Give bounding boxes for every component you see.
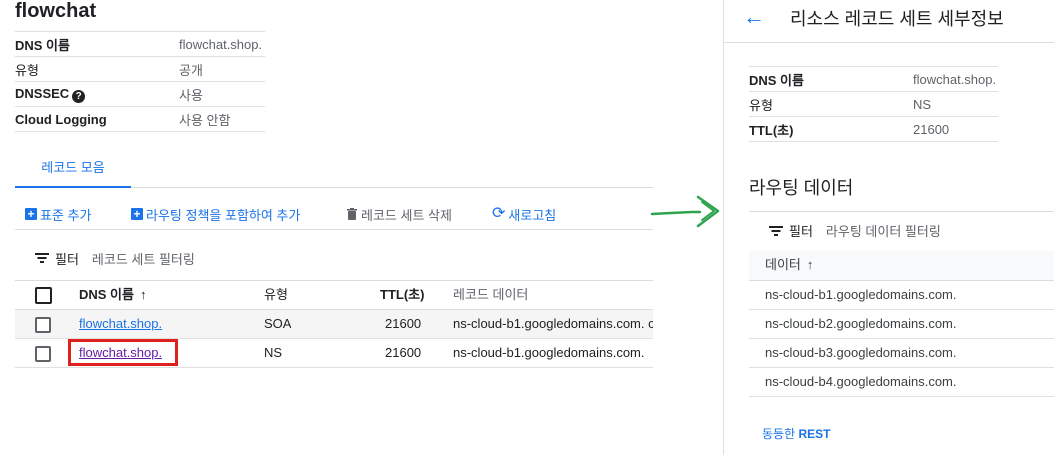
- table-row: ns-cloud-b4.googledomains.com.: [749, 368, 1054, 397]
- refresh-icon: ⟳: [492, 205, 506, 222]
- record-data: ns-cloud-b1.googledomains.com. c: [453, 316, 653, 331]
- detail-panel-header: ← 리소스 레코드 세트 세부정보: [724, 0, 1054, 43]
- prop-row-cloud-logging: Cloud Logging 사용 안함: [15, 107, 265, 132]
- column-header-dns-name[interactable]: DNS 이름 ↑: [79, 281, 146, 309]
- prop-key: 유형: [749, 97, 773, 113]
- routing-data-value: ns-cloud-b4.googledomains.com.: [765, 374, 957, 389]
- rest-link-prefix: 동등한: [762, 427, 796, 441]
- delete-label: 레코드 세트 삭제: [361, 207, 452, 223]
- routing-data-value: ns-cloud-b3.googledomains.com.: [765, 345, 957, 360]
- prop-value: 사용: [179, 87, 203, 103]
- add-box-icon: +: [25, 208, 37, 220]
- prop-value: NS: [913, 96, 932, 112]
- column-label: DNS 이름: [79, 287, 134, 302]
- prop-value: 사용 안함: [179, 112, 231, 128]
- record-filter-bar[interactable]: 필터 레코드 세트 필터링: [35, 247, 195, 269]
- routing-data-table: 데이터 ↑ ns-cloud-b1.googledomains.com. ns-c…: [749, 251, 1054, 397]
- record-ttl: 21600: [385, 345, 422, 360]
- prop-value: 21600: [913, 121, 950, 137]
- prop-value: flowchat.shop.: [179, 36, 263, 52]
- highlight-box: [68, 339, 178, 366]
- filter-label: 필터: [55, 251, 79, 267]
- row-checkbox[interactable]: [35, 317, 51, 333]
- table-row: ns-cloud-b3.googledomains.com.: [749, 339, 1054, 368]
- prop-row-type: 유형 NS: [749, 92, 998, 117]
- record-data: ns-cloud-b1.googledomains.com.: [453, 345, 645, 360]
- table-row: ns-cloud-b1.googledomains.com.: [749, 281, 1054, 310]
- prop-row-dnssec: DNSSEC? 사용: [15, 82, 265, 107]
- add-standard-label: 표준 추가: [40, 207, 92, 223]
- prop-row-dns-name: DNS 이름 flowchat.shop.: [749, 67, 998, 92]
- add-standard-button[interactable]: + 표준 추가: [25, 203, 91, 225]
- column-label: 데이터: [765, 257, 801, 272]
- prop-key: Cloud Logging: [15, 111, 107, 127]
- routing-filter-bar[interactable]: 필터 라우팅 데이터 필터링: [749, 211, 1054, 253]
- table-header: 데이터 ↑: [749, 251, 1054, 281]
- prop-row-type: 유형 공개: [15, 57, 265, 82]
- sort-ascending-icon: ↑: [806, 257, 814, 272]
- routing-data-heading: 라우팅 데이터: [749, 178, 854, 198]
- record-ttl: 21600: [385, 316, 422, 331]
- column-header-data[interactable]: 데이터 ↑: [765, 251, 813, 279]
- routing-data-value: ns-cloud-b1.googledomains.com.: [765, 287, 957, 302]
- detail-panel-title: 리소스 레코드 세트 세부정보: [790, 9, 1004, 29]
- rest-link-label: REST: [798, 427, 831, 441]
- table-row: ns-cloud-b2.googledomains.com.: [749, 310, 1054, 339]
- prop-value: flowchat.shop.: [913, 71, 997, 87]
- zone-title: flowchat: [15, 0, 97, 22]
- add-with-routing-policy-button[interactable]: + 라우팅 정책을 포함하여 추가: [131, 203, 300, 225]
- zone-properties: DNS 이름 flowchat.shop. 유형 공개 DNSSEC? 사용 C…: [15, 31, 265, 132]
- filter-label: 필터: [789, 224, 813, 239]
- tab-record-sets[interactable]: 레코드 모음: [15, 150, 131, 188]
- trash-icon: [347, 208, 357, 220]
- record-type: SOA: [264, 316, 292, 331]
- select-all-checkbox[interactable]: [35, 287, 52, 304]
- help-icon[interactable]: ?: [72, 89, 86, 103]
- delete-record-set-button[interactable]: 레코드 세트 삭제: [347, 203, 452, 225]
- sort-ascending-icon: ↑: [139, 287, 147, 302]
- back-arrow-icon[interactable]: ←: [743, 3, 765, 31]
- prop-key: 유형: [15, 62, 39, 78]
- column-header-type[interactable]: 유형: [264, 281, 288, 309]
- panel-divider: [723, 0, 724, 455]
- prop-row-dns-name: DNS 이름 flowchat.shop.: [15, 32, 265, 57]
- table-row[interactable]: flowchat.shop. SOA 21600 ns-cloud-b1.goo…: [15, 310, 653, 339]
- refresh-label: 새로고침: [508, 207, 557, 223]
- tab-bar: 레코드 모음: [15, 150, 653, 188]
- filter-icon: [769, 225, 783, 236]
- prop-key: DNS 이름: [15, 37, 70, 53]
- filter-input[interactable]: 레코드 세트 필터링: [92, 249, 195, 268]
- prop-key: TTL(초): [749, 122, 794, 138]
- table-header: DNS 이름 ↑ 유형 TTL(초) 레코드 데이터: [15, 280, 653, 310]
- zone-details-panel: flowchat DNS 이름 flowchat.shop. 유형 공개 DNS…: [0, 0, 700, 455]
- record-type: NS: [264, 345, 283, 360]
- prop-key: DNS 이름: [749, 72, 804, 88]
- records-toolbar: + 표준 추가 + 라우팅 정책을 포함하여 추가 레코드 세트 삭제 ⟳ 새로…: [15, 199, 653, 230]
- prop-key: DNSSEC: [15, 85, 70, 101]
- filter-icon: [35, 253, 49, 263]
- column-header-ttl[interactable]: TTL(초): [380, 281, 424, 309]
- add-with-routing-label: 라우팅 정책을 포함하여 추가: [146, 207, 301, 223]
- annotation-arrow-icon: [650, 195, 720, 228]
- equivalent-rest-link[interactable]: 동등한 REST: [762, 425, 830, 442]
- prop-row-ttl: TTL(초) 21600: [749, 117, 998, 142]
- add-box-icon: +: [131, 208, 143, 220]
- prop-value: 공개: [179, 62, 203, 78]
- refresh-button[interactable]: ⟳ 새로고침: [492, 203, 556, 225]
- row-checkbox[interactable]: [35, 346, 51, 362]
- record-set-properties: DNS 이름 flowchat.shop. 유형 NS TTL(초) 21600: [749, 66, 998, 142]
- dns-name-link[interactable]: flowchat.shop.: [79, 310, 162, 338]
- prop-key-wrap: DNSSEC?: [15, 86, 179, 103]
- routing-filter-input[interactable]: 라우팅 데이터 필터링: [826, 221, 941, 240]
- routing-data-value: ns-cloud-b2.googledomains.com.: [765, 316, 957, 331]
- column-header-record-data[interactable]: 레코드 데이터: [453, 281, 528, 309]
